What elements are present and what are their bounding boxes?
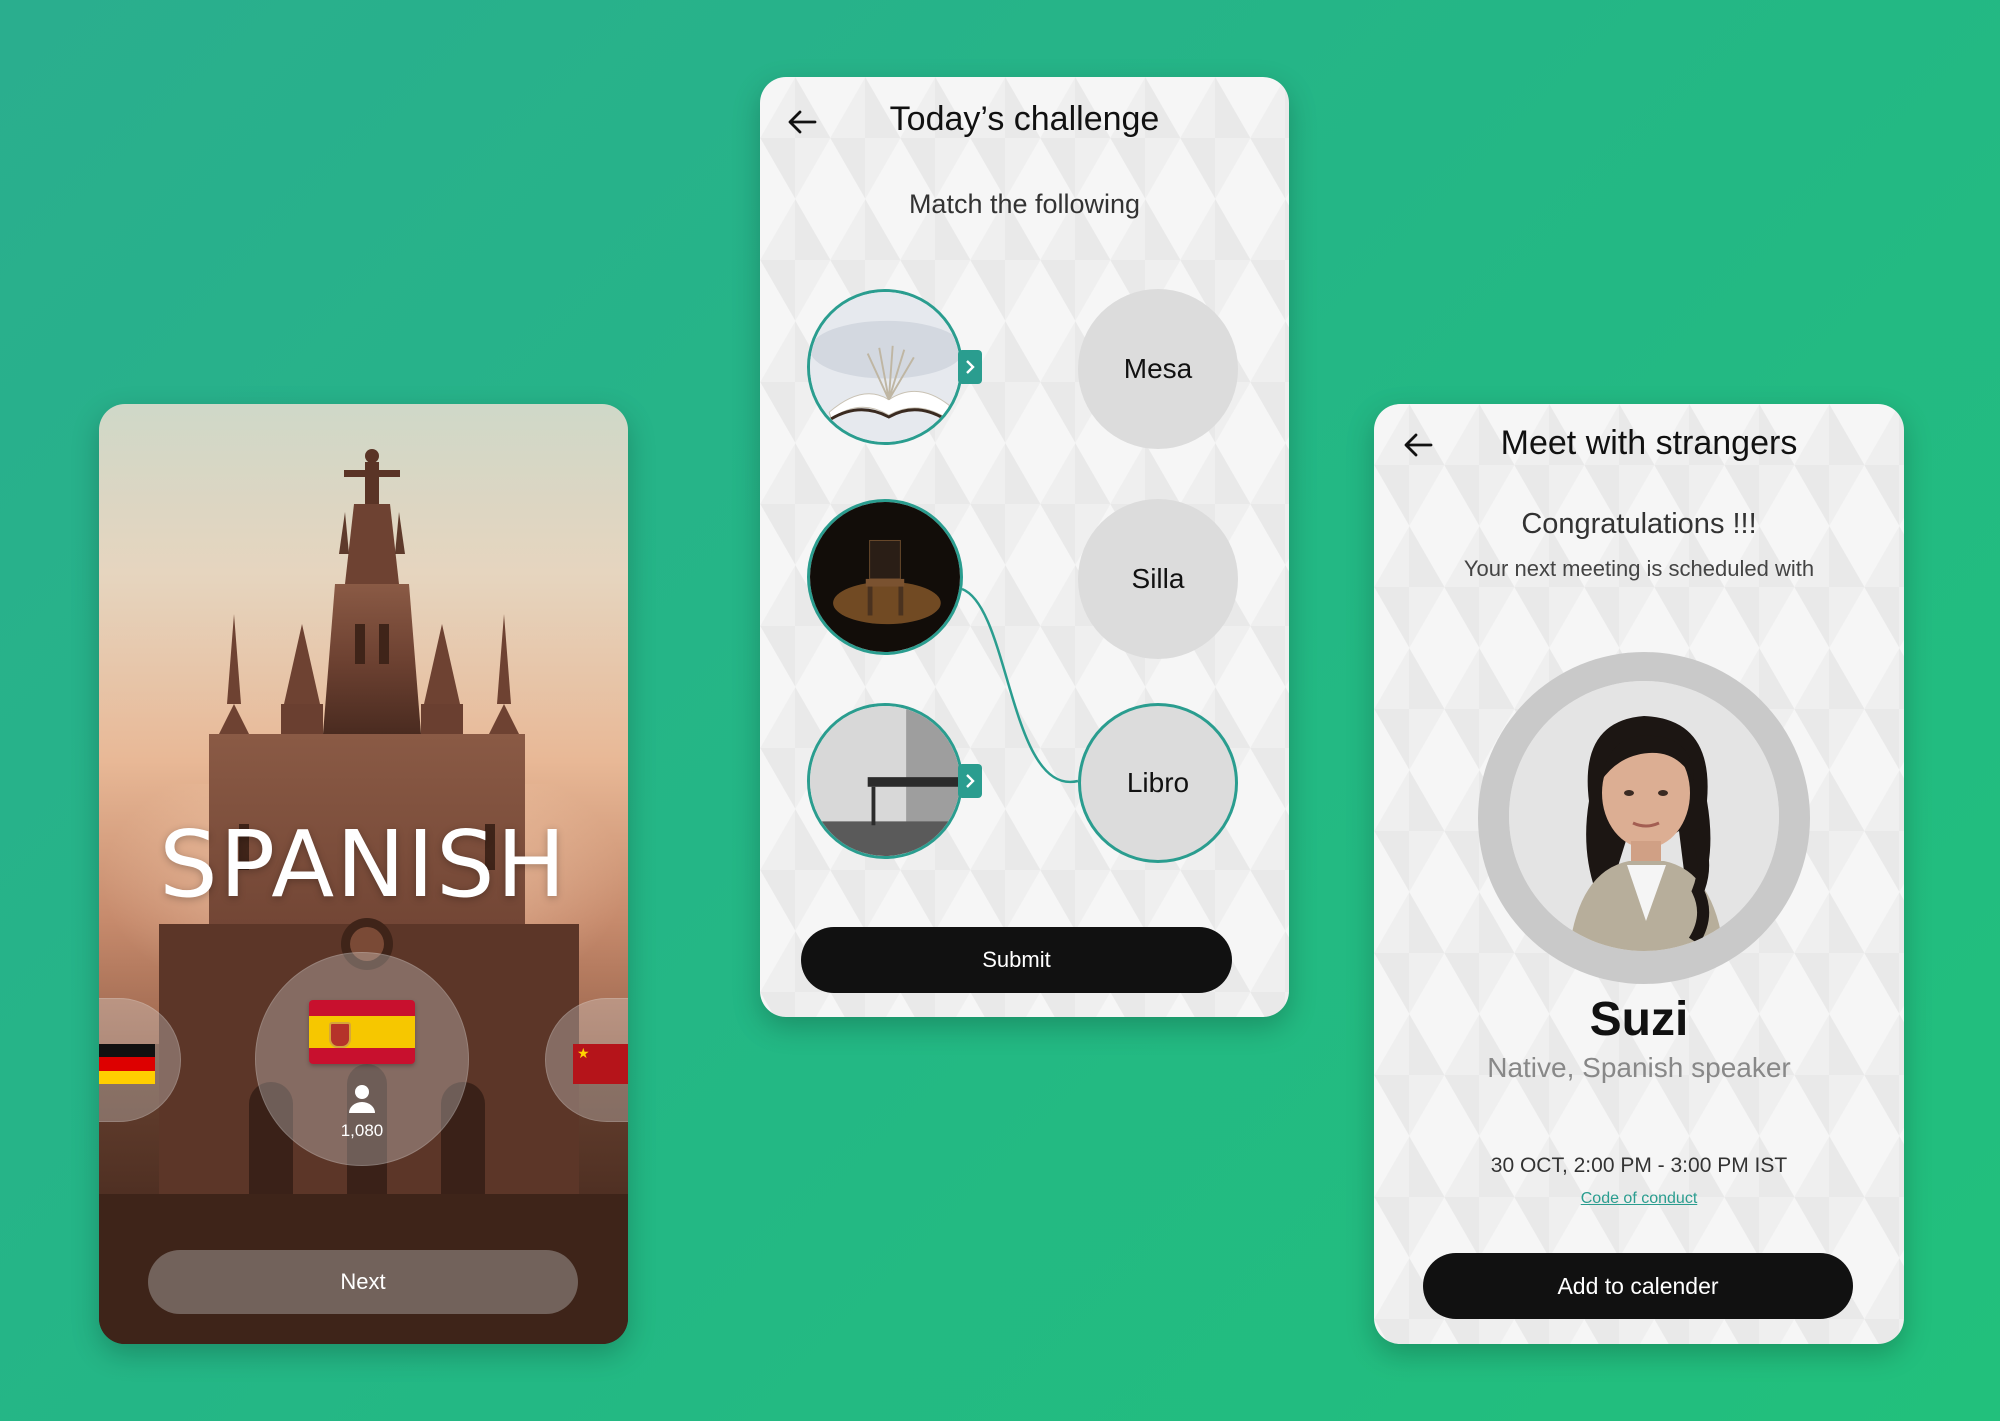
chair-image[interactable]	[807, 499, 963, 655]
congratulations-text: Congratulations !!!	[1521, 508, 1757, 540]
germany-flag-icon	[99, 1044, 155, 1084]
add-to-calendar-button[interactable]: Add to calender	[1423, 1253, 1853, 1319]
spain-flag-icon	[309, 1000, 415, 1064]
schedule-note: Your next meeting is scheduled with	[1463, 556, 1815, 581]
submit-button[interactable]: Submit	[801, 927, 1232, 993]
chevron-right-icon[interactable]	[958, 350, 982, 384]
table-image[interactable]	[807, 703, 963, 859]
open-book-image[interactable]	[807, 289, 963, 445]
meet-card: Meet with strangers Congratulations !!! …	[1374, 404, 1904, 1344]
learner-count: 1,080	[340, 1121, 384, 1140]
next-button[interactable]: Next	[148, 1250, 578, 1314]
word-option-libro[interactable]: Libro	[1078, 703, 1238, 863]
word-option-silla[interactable]: Silla	[1078, 499, 1238, 659]
word-option-mesa[interactable]: Mesa	[1078, 289, 1238, 449]
challenge-card: Today’s challenge Match the following Me…	[760, 77, 1289, 1017]
avatar	[1509, 681, 1779, 951]
person-role: Native, Spanish speaker	[1487, 1052, 1791, 1083]
showcase-canvas: SPANISH ★ 1,080 Next Today’s challenge M…	[0, 0, 2000, 1421]
chevron-right-icon[interactable]	[958, 764, 982, 798]
person-name: Suzi	[1589, 993, 1689, 1046]
meeting-time: 30 OCT, 2:00 PM - 3:00 PM IST	[1490, 1154, 1788, 1177]
meet-title: Meet with strangers	[1500, 424, 1798, 462]
language-select-card: SPANISH ★ 1,080 Next	[99, 404, 628, 1344]
user-icon	[349, 1085, 375, 1113]
code-of-conduct-link[interactable]: Code of conduct	[1374, 1190, 1904, 1208]
china-flag-icon: ★	[573, 1044, 628, 1084]
language-title: SPANISH	[159, 811, 568, 918]
